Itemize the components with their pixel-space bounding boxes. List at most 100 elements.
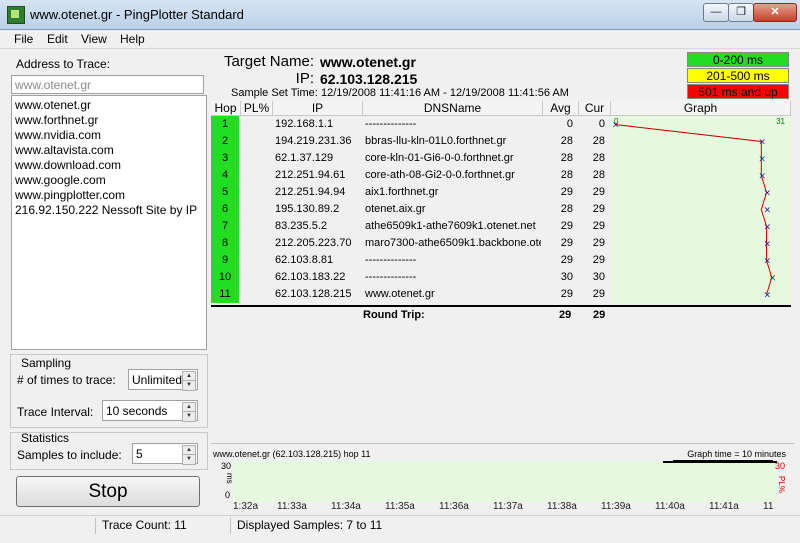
times-to-trace-value: Unlimited [132,373,183,387]
col-hop[interactable]: Hop [211,101,241,116]
maximize-button[interactable]: ❐ [728,3,754,22]
avg-cell: 29 [560,288,573,300]
menu-bar: File Edit View Help [0,30,800,49]
minimize-button[interactable]: — [703,3,729,22]
history-item[interactable]: www.google.com [12,173,206,188]
times-to-trace-spinner[interactable]: Unlimited ▲ ▼ [128,369,198,391]
avg-cell: 28 [560,135,573,147]
latency-point: × [764,189,772,199]
time-graph: www.otenet.gr (62.103.128.215) hop 11 Gr… [211,443,794,512]
col-pl[interactable]: PL% [241,101,273,116]
times-to-trace-label: # of times to trace: [17,373,116,387]
col-graph[interactable]: Graph [611,101,791,116]
ip-cell: 194.219.231.36 [275,135,352,147]
latency-point: × [758,155,766,165]
trace-row[interactable]: 1 192.168.1.1 -------------- 0 0 [211,116,611,133]
samples-label: Samples to include: [17,448,122,462]
latency-point: × [758,172,766,182]
address-input[interactable]: www.otenet.gr [11,75,204,94]
trace-row[interactable]: 10 62.103.183.22 -------------- 30 30 [211,269,611,286]
hop-cell: 4 [211,167,239,184]
trace-row[interactable]: 7 83.235.5.2 athe6509k1-athe7609k1.otenet.… [211,218,611,235]
history-item[interactable]: www.pingplotter.com [12,188,206,203]
history-item[interactable]: www.download.com [12,158,206,173]
ip-cell: 212.251.94.94 [275,186,346,198]
latency-line [614,124,773,295]
cur-cell: 29 [592,186,605,198]
trace-row[interactable]: 5 212.251.94.94 aix1.forthnet.gr 29 29 [211,184,611,201]
trace-row[interactable]: 9 62.103.8.81 -------------- 29 29 [211,252,611,269]
samples-spinner[interactable]: 5 ▲ ▼ [132,443,198,465]
status-bar: Trace Count: 11 Displayed Samples: 7 to … [0,515,800,536]
trace-row[interactable]: 4 212.251.94.61 core-ath-08-Gi2-0-0.forthn… [211,167,611,184]
trace-interval-spinner[interactable]: 10 seconds ▲ ▼ [102,400,198,422]
history-item[interactable]: www.nvidia.com [12,128,206,143]
avg-cell: 28 [560,203,573,215]
title-bar[interactable]: www.otenet.gr - PingPlotter Standard — ❐… [0,0,800,30]
latency-point: × [764,206,772,216]
history-item[interactable]: 216.92.150.222 Nessoft Site by IP [12,203,206,218]
trace-table: Hop PL% IP DNSName Avg Cur Graph 1 192.16… [211,101,791,322]
time-axis-label: 11:36a [439,501,469,512]
avg-cell: 30 [560,271,573,283]
latency-point: × [764,257,772,267]
menu-edit[interactable]: Edit [47,32,68,46]
trace-row[interactable]: 2 194.219.231.36 bbras-llu-kln-01L0.forthn… [211,133,611,150]
address-label: Address to Trace: [16,57,111,71]
spin-down-icon[interactable]: ▼ [182,454,196,465]
col-ip[interactable]: IP [273,101,363,116]
dns-cell: www.otenet.gr [365,288,435,300]
menu-view[interactable]: View [81,32,107,46]
ip-cell: 212.251.94.61 [275,169,346,181]
cur-cell: 28 [592,152,605,164]
history-item[interactable]: www.otenet.gr [12,98,206,113]
graph-time-label: Graph time = 10 minutes [687,449,786,459]
cur-cell: 29 [592,237,605,249]
cur-cell: 28 [592,135,605,147]
col-avg[interactable]: Avg [543,101,579,116]
ip-cell: 62.103.183.22 [275,271,346,283]
time-graph-area [233,461,777,502]
time-axis-label: 11:35a [385,501,415,512]
avg-cell: 29 [560,254,573,266]
spin-down-icon[interactable]: ▼ [182,411,196,422]
address-history-list[interactable]: www.otenet.gr www.forthnet.gr www.nvidia.c… [11,95,207,350]
trace-row[interactable]: 11 62.103.128.215 www.otenet.gr 29 29 [211,286,611,303]
hop-cell: 9 [211,252,239,269]
dns-cell: core-ath-08-Gi2-0-0.forthnet.gr [365,169,515,181]
hop-cell: 8 [211,235,239,252]
trace-row[interactable]: 8 212.205.223.70 maro7300-athe6509k1.backb… [211,235,611,252]
menu-help[interactable]: Help [120,32,145,46]
time-graph-caption: www.otenet.gr (62.103.128.215) hop 11 [213,449,371,459]
latency-graph-svg: ××××××××××× [612,121,777,301]
window-title: www.otenet.gr - PingPlotter Standard [30,7,244,22]
trace-row[interactable]: 3 62.1.37.129 core-kln-01-Gi6-0-0.forthnet… [211,150,611,167]
history-item[interactable]: www.forthnet.gr [12,113,206,128]
cur-cell: 28 [592,169,605,181]
trace-count: Trace Count: 11 [95,518,226,534]
time-axis-label: 11 [763,501,774,512]
trace-row[interactable]: 6 195.130.89.2 otenet.aix.gr 28 29 [211,201,611,218]
recent-latency-line [663,461,777,463]
time-axis-label: 11:39a [601,501,631,512]
latency-point: × [769,274,777,284]
close-button[interactable]: ✕ [753,3,797,22]
ip-cell: 62.103.8.81 [275,254,334,266]
spin-down-icon[interactable]: ▼ [182,380,196,391]
menu-file[interactable]: File [14,32,33,46]
dns-cell: otenet.aix.gr [365,203,426,215]
cur-cell: 29 [592,288,605,300]
history-item[interactable]: www.altavista.com [12,143,206,158]
hop-cell: 3 [211,150,239,167]
col-cur[interactable]: Cur [579,101,611,116]
stop-button[interactable]: Stop [16,476,200,507]
time-axis-label: 11:34a [331,501,361,512]
app-window: www.otenet.gr - PingPlotter Standard — ❐… [0,0,800,543]
latency-point: × [764,240,772,250]
time-axis-label: 11:38a [547,501,577,512]
col-dnsname[interactable]: DNSName [363,101,543,116]
cur-cell: 0 [598,118,605,130]
ip-cell: 83.235.5.2 [275,220,327,232]
round-trip-label: Round Trip: [363,309,425,321]
hop-cell: 7 [211,218,239,235]
